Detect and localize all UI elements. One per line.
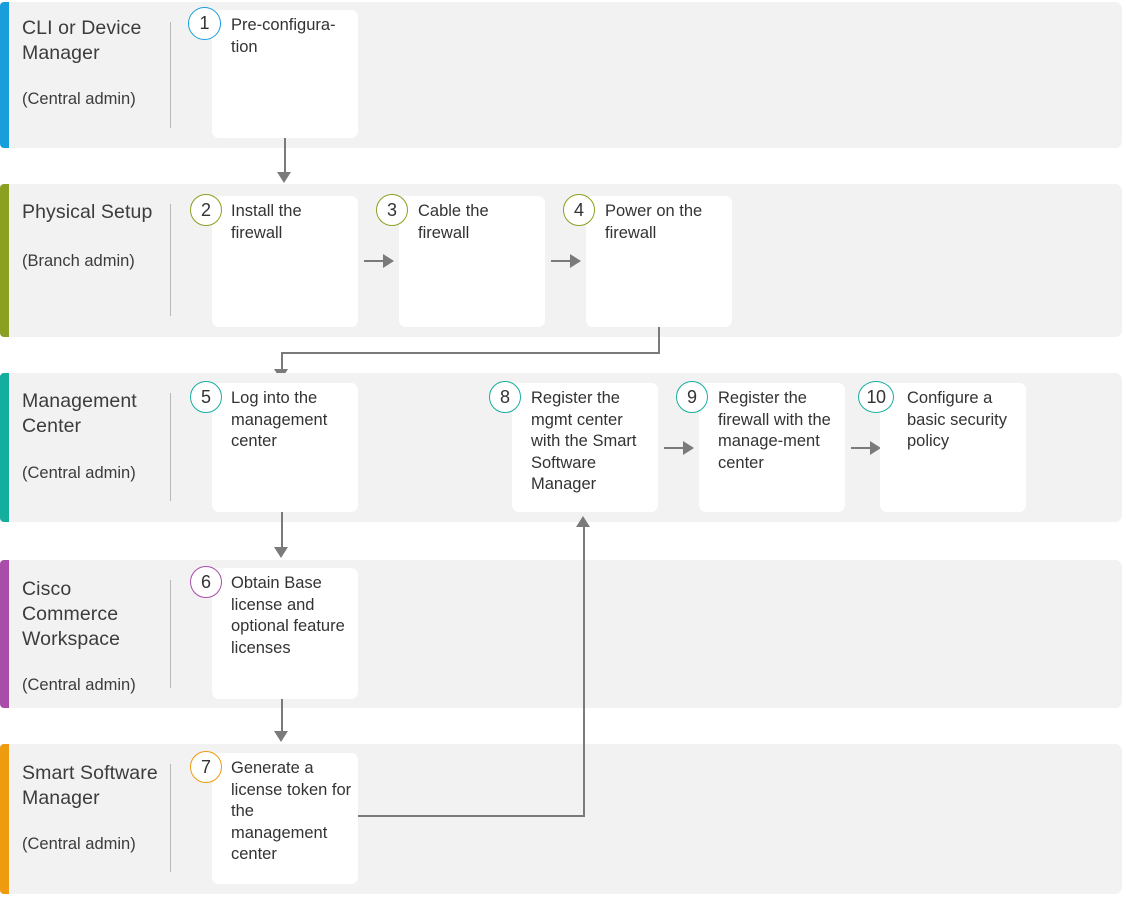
lane-accent-bar [0,2,9,148]
lane-cisco-commerce-workspace: Cisco Commerce Workspace (Central admin) [0,560,1122,708]
arrowhead-1-to-2 [277,172,291,183]
lane-title: Cisco Commerce Workspace [22,578,121,650]
step-number-5: 5 [190,381,222,413]
lane-divider [170,580,171,688]
connector-2-to-3 [364,254,394,268]
step-number-4: 4 [563,194,595,226]
step-number-6: 6 [190,566,222,598]
lane-divider [170,764,171,872]
step-number-10: 10 [858,381,894,413]
lane-divider [170,393,171,501]
step-box-4[interactable]: Power on the firewall [586,196,732,327]
connector-8-to-9 [664,441,694,455]
step-box-1[interactable]: Pre-configura-tion [212,10,358,138]
step-label-4: Power on the firewall [605,202,703,242]
step-number-3: 3 [376,194,408,226]
step-label-2: Install the firewall [231,202,302,242]
lane-label-smart-software-manager: Smart Software Manager (Central admin) [22,744,162,894]
lane-subtitle: (Central admin) [22,90,136,108]
connector-1-to-2 [284,138,286,174]
arrowhead-6-to-7 [274,731,288,742]
lane-label-cli-or-device-manager: CLI or Device Manager (Central admin) [22,2,162,148]
lane-label-cisco-commerce-workspace: Cisco Commerce Workspace (Central admin) [22,560,162,708]
step-label-8: Register the mgmt center with the Smart … [531,389,637,493]
step-box-5[interactable]: Log into the management center [212,383,358,512]
lane-subtitle: (Branch admin) [22,252,135,270]
connector-3-to-4 [551,254,581,268]
lane-label-management-center: Management Center (Central admin) [22,373,162,522]
lane-subtitle: (Central admin) [22,676,136,694]
step-box-9[interactable]: Register the firewall with the manage-me… [699,383,845,512]
step-number-9: 9 [676,381,708,413]
lane-subtitle: (Central admin) [22,835,136,853]
lane-divider [170,204,171,316]
step-box-3[interactable]: Cable the firewall [399,196,545,327]
connector-7-to-8-segment-right [358,815,585,817]
connector-6-to-7 [281,699,283,733]
arrowhead-7-to-8 [576,516,590,527]
connector-4-to-5-segment-left [281,352,660,354]
step-box-10[interactable]: Configure a basic security policy [880,383,1026,512]
lane-smart-software-manager: Smart Software Manager (Central admin) [0,744,1122,894]
lane-accent-bar [0,744,9,894]
connector-9-to-10 [851,441,881,455]
step-box-2[interactable]: Install the firewall [212,196,358,327]
step-label-1: Pre-configura-tion [231,16,336,56]
arrowhead-5-to-6 [274,547,288,558]
workflow-diagram: CLI or Device Manager (Central admin) Pr… [0,0,1126,898]
lane-accent-bar [0,560,9,708]
lane-divider [170,22,171,128]
step-number-1: 1 [188,7,221,40]
lane-title: CLI or Device Manager [22,17,142,64]
step-label-9: Register the firewall with the manage-me… [718,389,831,472]
step-box-6[interactable]: Obtain Base license and optional feature… [212,568,358,699]
lane-subtitle: (Central admin) [22,464,136,482]
lane-accent-bar [0,184,9,337]
step-label-7: Generate a license token for the managem… [231,759,352,863]
step-number-8: 8 [489,381,521,413]
connector-4-to-5-segment-down [658,327,660,353]
lane-accent-bar [0,373,9,522]
connector-5-to-6 [281,512,283,549]
step-label-5: Log into the management center [231,389,328,450]
step-box-7[interactable]: Generate a license token for the managem… [212,753,358,884]
step-number-7: 7 [190,751,222,783]
step-label-10: Configure a basic security policy [907,389,1007,450]
step-box-8[interactable]: Register the mgmt center with the Smart … [512,383,658,512]
step-number-2: 2 [190,194,222,226]
lane-label-physical-setup: Physical Setup (Branch admin) [22,184,162,337]
lane-title: Smart Software Manager [22,762,158,809]
lane-title: Physical Setup [22,201,153,223]
lane-cli-or-device-manager: CLI or Device Manager (Central admin) [0,2,1122,148]
connector-7-to-8-segment-up [583,527,585,816]
lane-title: Management Center [22,390,137,437]
step-label-3: Cable the firewall [418,202,489,242]
step-label-6: Obtain Base license and optional feature… [231,574,345,657]
